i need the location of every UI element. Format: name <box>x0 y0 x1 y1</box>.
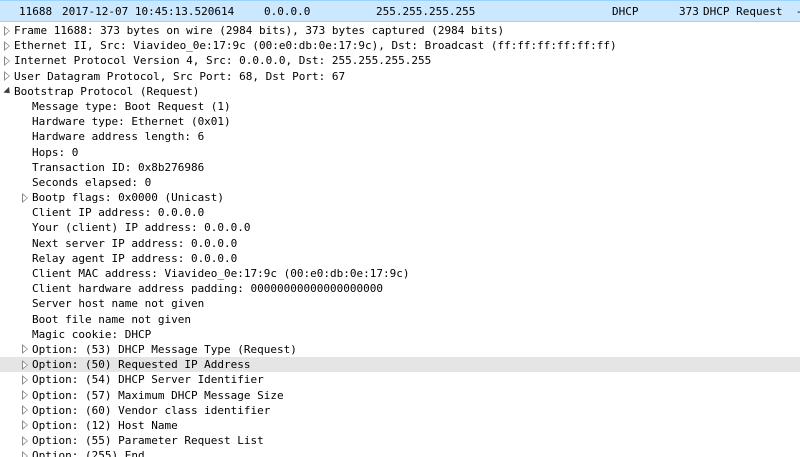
bootp-field-row[interactable]: Magic cookie: DHCP <box>0 327 800 342</box>
tree-row-label: Hardware address length: 6 <box>32 130 205 144</box>
expand-triangle-icon[interactable] <box>2 38 12 53</box>
bootp-field-row[interactable]: Message type: Boot Request (1) <box>0 99 800 114</box>
packet-time: 2017-12-07 10:45:13.520614 <box>62 5 235 18</box>
tree-row-label: Option: (60) Vendor class identifier <box>32 403 271 417</box>
tree-row-label: User Datagram Protocol, Src Port: 68, Ds… <box>14 69 346 83</box>
packet-source: 0.0.0.0 <box>264 5 311 18</box>
tree-row-label: Message type: Boot Request (1) <box>32 99 231 113</box>
tree-row-label: Relay agent IP address: 0.0.0.0 <box>32 251 238 265</box>
bootp-field-row[interactable]: Bootp flags: 0x0000 (Unicast) <box>0 190 800 205</box>
dhcp-option-row[interactable]: Option: (57) Maximum DHCP Message Size <box>0 388 800 403</box>
protocol-layer-row[interactable]: Ethernet II, Src: Viavideo_0e:17:9c (00:… <box>0 38 800 53</box>
expand-triangle-icon[interactable] <box>20 388 30 403</box>
expand-triangle-icon[interactable] <box>2 23 12 38</box>
tree-row-label: Magic cookie: DHCP <box>32 327 152 341</box>
bootp-field-row[interactable]: Your (client) IP address: 0.0.0.0 <box>0 220 800 235</box>
protocol-layer-row[interactable]: Frame 11688: 373 bytes on wire (2984 bit… <box>0 23 800 38</box>
tree-row-label: Boot file name not given <box>32 312 191 326</box>
protocol-layer-row[interactable]: Bootstrap Protocol (Request) <box>0 84 800 99</box>
bootp-field-row[interactable]: Relay agent IP address: 0.0.0.0 <box>0 251 800 266</box>
bootp-field-row[interactable]: Client IP address: 0.0.0.0 <box>0 205 800 220</box>
tree-row-label: Client IP address: 0.0.0.0 <box>32 206 205 220</box>
expand-triangle-icon[interactable] <box>20 403 30 418</box>
packet-number: 11688 <box>19 5 53 18</box>
tree-row-label: Option: (255) End <box>32 449 145 457</box>
dhcp-option-row[interactable]: Option: (53) DHCP Message Type (Request) <box>0 342 800 357</box>
dhcp-option-row[interactable]: Option: (12) Host Name <box>0 418 800 433</box>
bootp-field-row[interactable]: Client MAC address: Viavideo_0e:17:9c (0… <box>0 266 800 281</box>
expand-triangle-icon[interactable] <box>20 357 30 372</box>
expand-triangle-icon[interactable] <box>20 342 30 357</box>
bootp-field-row[interactable]: Hops: 0 <box>0 145 800 160</box>
bootp-field-row[interactable]: Hardware type: Ethernet (0x01) <box>0 114 800 129</box>
dhcp-option-row[interactable]: Option: (255) End <box>0 448 800 457</box>
dhcp-option-row[interactable]: Option: (50) Requested IP Address <box>0 357 800 373</box>
packet-list-selected-row[interactable]: 11688 2017-12-07 10:45:13.520614 0.0.0.0… <box>0 0 800 22</box>
bootp-field-row[interactable]: Boot file name not given <box>0 312 800 327</box>
bootp-field-row[interactable]: Transaction ID: 0x8b276986 <box>0 160 800 175</box>
expand-triangle-icon[interactable] <box>20 448 30 457</box>
packet-length: 373 <box>679 5 699 18</box>
tree-row-label: Server host name not given <box>32 297 205 311</box>
bootp-field-row[interactable]: Hardware address length: 6 <box>0 129 800 144</box>
protocol-layer-row[interactable]: User Datagram Protocol, Src Port: 68, Ds… <box>0 69 800 84</box>
tree-row-label: Client hardware address padding: 0000000… <box>32 282 383 296</box>
dhcp-option-row[interactable]: Option: (55) Parameter Request List <box>0 433 800 448</box>
tree-row-label: Hops: 0 <box>32 145 79 159</box>
tree-row-label: Option: (53) DHCP Message Type (Request) <box>32 342 297 356</box>
tree-row-label: Frame 11688: 373 bytes on wire (2984 bit… <box>14 24 505 37</box>
expand-triangle-icon[interactable] <box>2 69 12 84</box>
tree-row-label: Option: (12) Host Name <box>32 418 178 432</box>
tree-row-label: Transaction ID: 0x8b276986 <box>32 160 205 174</box>
packet-info: DHCP Request - <box>703 5 800 18</box>
tree-row-label: Option: (57) Maximum DHCP Message Size <box>32 388 284 402</box>
tree-row-label: Client MAC address: Viavideo_0e:17:9c (0… <box>32 267 410 280</box>
expand-triangle-icon[interactable] <box>20 372 30 387</box>
tree-row-label: Bootstrap Protocol (Request) <box>14 84 200 98</box>
tree-row-label: Ethernet II, Src: Viavideo_0e:17:9c (00:… <box>14 39 617 53</box>
collapse-triangle-icon[interactable] <box>2 84 13 99</box>
tree-row-label: Seconds elapsed: 0 <box>32 175 152 189</box>
tree-row-label: Hardware type: Ethernet (0x01) <box>32 115 231 129</box>
tree-row-label: Internet Protocol Version 4, Src: 0.0.0.… <box>14 54 432 68</box>
packet-details-tree: Frame 11688: 373 bytes on wire (2984 bit… <box>0 23 800 457</box>
expand-triangle-icon[interactable] <box>20 190 30 205</box>
tree-row-label: Option: (55) Parameter Request List <box>32 434 264 448</box>
bootp-field-row[interactable]: Server host name not given <box>0 296 800 311</box>
packet-protocol: DHCP <box>612 5 639 18</box>
packet-destination: 255.255.255.255 <box>376 5 476 18</box>
tree-row-label: Option: (54) DHCP Server Identifier <box>32 373 264 387</box>
tree-row-label: Next server IP address: 0.0.0.0 <box>32 236 238 250</box>
tree-row-label: Your (client) IP address: 0.0.0.0 <box>32 221 251 235</box>
protocol-layer-row[interactable]: Internet Protocol Version 4, Src: 0.0.0.… <box>0 53 800 68</box>
expand-triangle-icon[interactable] <box>20 433 30 448</box>
dhcp-option-row[interactable]: Option: (60) Vendor class identifier <box>0 403 800 418</box>
bootp-field-row[interactable]: Client hardware address padding: 0000000… <box>0 281 800 296</box>
tree-row-label: Option: (50) Requested IP Address <box>32 358 251 372</box>
expand-triangle-icon[interactable] <box>2 53 12 68</box>
tree-row-label: Bootp flags: 0x0000 (Unicast) <box>32 191 225 205</box>
bootp-field-row[interactable]: Next server IP address: 0.0.0.0 <box>0 236 800 251</box>
dhcp-option-row[interactable]: Option: (54) DHCP Server Identifier <box>0 372 800 387</box>
bootp-field-row[interactable]: Seconds elapsed: 0 <box>0 175 800 190</box>
expand-triangle-icon[interactable] <box>20 418 30 433</box>
